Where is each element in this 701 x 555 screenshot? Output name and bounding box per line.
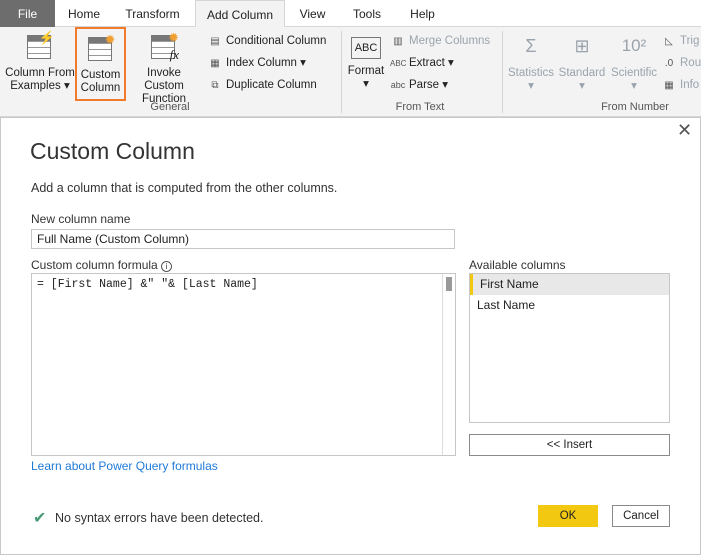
extract-icon: ABC [390,59,407,68]
duplicate-column-icon: ⧉ [211,80,219,91]
column-from-examples-button[interactable]: ⚡ Column From Examples ▾ [4,31,76,93]
list-item[interactable]: Last Name [470,295,669,316]
statistics-button[interactable]: Σ Statistics ▾ [506,31,556,93]
info-icon[interactable]: i [161,261,173,272]
dialog-title: Custom Column [30,138,195,164]
info-icon: ▦ [664,80,674,91]
checkmark-icon: ✔ [33,510,47,527]
rounding-icon: .0 [664,58,674,69]
list-item[interactable]: First Name [470,274,669,295]
group-separator [502,31,503,113]
insert-button[interactable]: << Insert [469,434,670,456]
tab-home[interactable]: Home [58,0,110,27]
merge-columns-icon: ▥ [393,36,403,47]
group-separator [341,31,342,113]
custom-column-icon: ✹ [86,33,116,63]
available-columns-list[interactable]: First Name Last Name [469,273,670,423]
duplicate-column-button[interactable]: ⧉ Duplicate Column [207,76,316,94]
cancel-button[interactable]: Cancel [612,505,670,527]
tab-transform[interactable]: Transform [115,0,190,27]
custom-column-formula-label: Custom column formula i [31,258,173,272]
ribbon: ⚡ Column From Examples ▾ ✹ Custom Column… [0,27,701,117]
parse-button[interactable]: abc Parse ▾ [390,76,448,94]
tab-view[interactable]: View [290,0,335,27]
tab-add-column[interactable]: Add Column [195,0,285,28]
function-icon: ✹ fx [149,31,179,61]
conditional-column-button[interactable]: ▤ Conditional Column [207,32,326,50]
trigonometry-button[interactable]: ◺ Trig [661,32,699,50]
format-icon: ABC [351,37,381,59]
formula-scrollbar[interactable] [442,274,455,455]
custom-column-button[interactable]: ✹ Custom Column [75,27,126,101]
rounding-button[interactable]: .0 Rou [661,54,701,72]
information-button[interactable]: ▦ Info [661,76,699,94]
syntax-status: No syntax errors have been detected. [55,511,264,525]
custom-column-formula-editor[interactable]: = [First Name] &" "& [Last Name] [31,273,456,456]
trig-icon: ◺ [665,36,673,47]
standard-button[interactable]: ⊞ Standard ▾ [557,31,607,93]
tab-help[interactable]: Help [400,0,445,27]
merge-columns-button[interactable]: ▥ Merge Columns [390,32,490,50]
standard-icon: ⊞ [574,36,590,56]
tab-tools[interactable]: Tools [343,0,391,27]
close-icon[interactable]: ✕ [677,120,692,141]
index-column-icon: ▦ [210,58,220,69]
ribbon-tab-bar: File Home Transform Add Column View Tool… [0,0,701,28]
ok-button[interactable]: OK [538,505,598,527]
dialog-subtitle: Add a column that is computed from the o… [31,181,338,195]
group-label-from-text: From Text [395,101,445,113]
scientific-icon: 10² [621,36,647,55]
group-label-general: General [150,101,190,113]
scientific-button[interactable]: 10² Scientific ▾ [609,31,659,93]
custom-column-dialog: ✕ Custom Column Add a column that is com… [0,117,701,555]
index-column-button[interactable]: ▦ Index Column ▾ [207,54,306,72]
tab-file[interactable]: File [0,0,55,27]
extract-button[interactable]: ABC Extract ▾ [390,54,454,72]
new-column-name-label: New column name [31,212,131,226]
statistics-icon: Σ [525,36,537,56]
group-label-from-number: From Number [601,101,669,113]
format-button[interactable]: ABC Format ▾ [345,31,387,91]
conditional-column-icon: ▤ [210,36,220,47]
parse-icon: abc [390,80,406,90]
invoke-custom-function-button[interactable]: ✹ fx Invoke Custom Function [126,31,202,106]
new-column-name-input[interactable]: Full Name (Custom Column) [31,229,455,249]
column-from-examples-icon: ⚡ [25,31,55,61]
learn-formulas-link[interactable]: Learn about Power Query formulas [31,459,218,473]
available-columns-label: Available columns [469,258,566,272]
